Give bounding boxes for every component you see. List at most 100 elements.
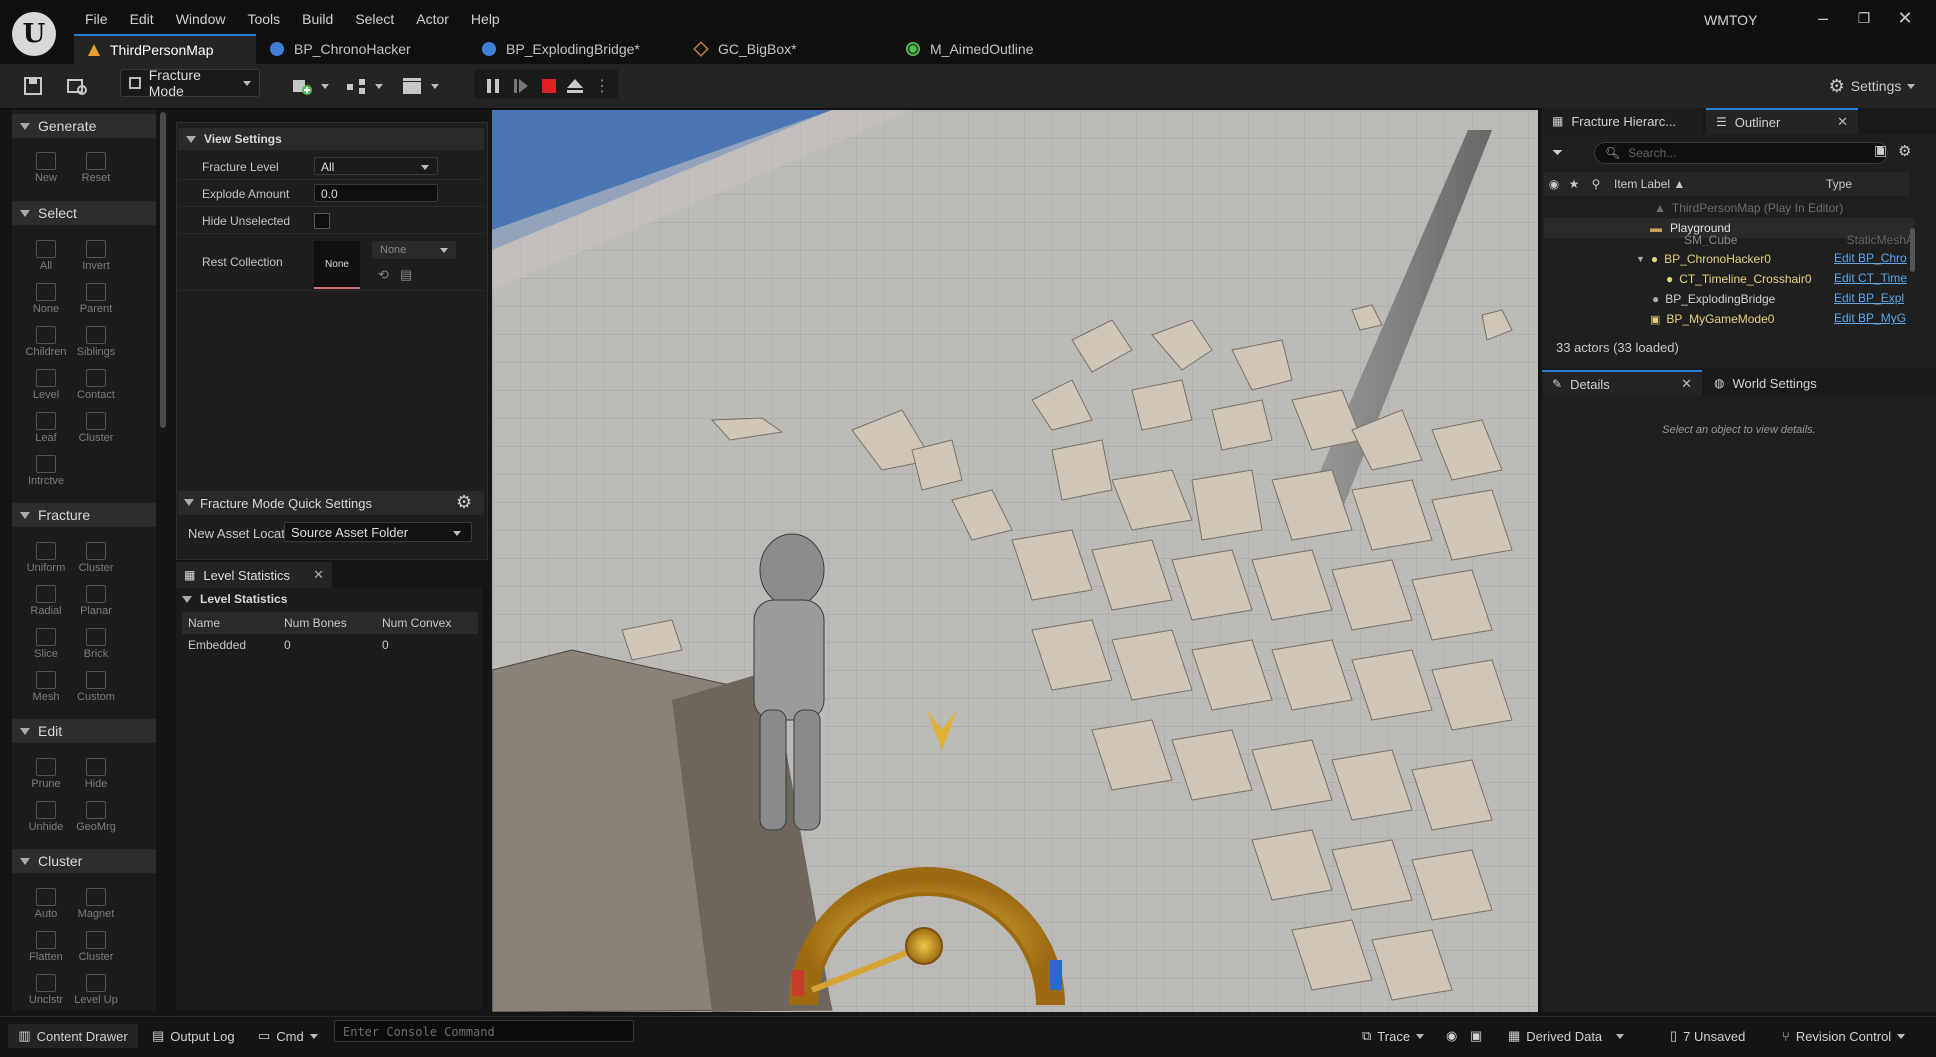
fracture-uniform-button[interactable]: Uniform [20,542,72,574]
select-children-button[interactable]: Children [20,326,72,358]
column-header-name[interactable]: Name [182,616,280,630]
fracture-mesh-button[interactable]: Mesh [20,671,72,703]
fracture-radial-button[interactable]: Radial [20,585,72,617]
menu-select[interactable]: Select [344,9,405,29]
step-frame-icon[interactable] [510,72,532,100]
minimize-icon[interactable]: – [1808,8,1838,29]
reset-button[interactable]: Reset [70,152,122,184]
close-tab-icon[interactable]: ✕ [1837,114,1848,130]
gear-icon[interactable]: ⚙ [456,492,472,513]
stop-icon[interactable] [538,72,560,100]
pin-icon[interactable]: ⚲ [1584,177,1608,191]
column-item-label[interactable]: Item Label ▲ [1608,177,1822,191]
fracture-brick-button[interactable]: Brick [70,628,122,660]
cinematics-button[interactable] [400,72,440,100]
add-actor-button[interactable] [290,72,330,100]
menu-help[interactable]: Help [460,9,511,29]
blueprint-menu-button[interactable] [344,72,384,100]
select-level-button[interactable]: Level [20,369,72,401]
tab-fracture-hierarchy[interactable]: ▦ Fracture Hierarc... [1542,108,1702,134]
tab-bp-chronohacker[interactable]: BP_ChronoHacker [256,34,468,64]
fracture-level-dropdown[interactable]: All [314,157,438,175]
select-siblings-button[interactable]: Siblings [70,326,122,358]
edit-prune-button[interactable]: Prune [20,758,72,790]
menu-build[interactable]: Build [291,9,344,29]
edit-blueprint-link[interactable]: Edit BP_Expl [1834,291,1904,305]
browse-asset-icon[interactable]: ▤ [400,267,412,283]
edit-blueprint-link[interactable]: Edit BP_Chro [1834,251,1907,265]
section-generate[interactable]: Generate [12,114,156,138]
fracture-planar-button[interactable]: Planar [70,585,122,617]
select-contact-button[interactable]: Contact [70,369,122,401]
visibility-icon[interactable]: ◉ [1544,177,1564,191]
level-stats-section[interactable]: Level Statistics [178,590,478,608]
tab-gc-bigbox[interactable]: GC_BigBox* [680,34,892,64]
select-none-button[interactable]: None [20,283,72,315]
record-icon[interactable]: ◉ [1446,1024,1457,1048]
fracture-cluster-button[interactable]: Cluster [70,542,122,574]
outliner-row-root[interactable]: ▲ ThirdPersonMap (Play In Editor) [1544,198,1914,218]
gear-icon[interactable]: ⚙ [1898,142,1911,160]
console-input[interactable]: Enter Console Command [334,1020,634,1042]
select-cluster-button[interactable]: Cluster [70,412,122,444]
edit-geomerge-button[interactable]: GeoMrg [70,801,122,833]
section-fracture[interactable]: Fracture [12,503,156,527]
cluster-cluster-button[interactable]: Cluster [70,931,122,963]
save-icon[interactable] [20,72,46,100]
section-edit[interactable]: Edit [12,719,156,743]
menu-file[interactable]: File [74,9,119,29]
select-parent-button[interactable]: Parent [70,283,122,315]
asset-thumbnail[interactable]: None [314,241,360,289]
cluster-auto-button[interactable]: Auto [20,888,72,920]
palette-scrollbar[interactable] [160,112,166,428]
select-leaf-button[interactable]: Leaf [20,412,72,444]
quick-settings-header[interactable]: Fracture Mode Quick Settings [178,491,484,515]
cluster-uncluster-button[interactable]: Unclstr [20,974,72,1006]
section-select[interactable]: Select [12,201,156,225]
add-folder-icon[interactable]: ▣ [1874,142,1887,159]
select-invert-button[interactable]: Invert [70,240,122,272]
revision-control-button[interactable]: ⑂ Revision Control [1782,1024,1906,1048]
column-type[interactable]: Type [1822,177,1852,191]
explode-amount-input[interactable]: 0.0 [314,184,438,202]
derived-data-button[interactable]: ▦ Derived Data [1508,1024,1625,1048]
expand-arrow-icon[interactable]: ▼ [1636,254,1645,264]
outliner-search-input[interactable]: 🔍︎ Search... [1594,142,1888,164]
select-interactive-button[interactable]: Intrctve [20,455,72,487]
tab-bp-explodingbridge[interactable]: BP_ExplodingBridge* [468,34,680,64]
tab-level-statistics[interactable]: ▦ Level Statistics ✕ [176,562,332,588]
cluster-level-up-button[interactable]: Level Up [70,974,122,1006]
screenshot-icon[interactable]: ▣ [1470,1024,1482,1048]
view-settings-header[interactable]: View Settings [178,128,484,150]
filter-icon[interactable]: ⏷ [1552,144,1563,161]
menu-window[interactable]: Window [165,9,237,29]
column-header-num-bones[interactable]: Num Bones [280,616,378,630]
select-all-button[interactable]: All [20,240,72,272]
browse-icon[interactable] [64,72,90,100]
restore-icon[interactable]: ❐ [1849,10,1879,27]
outliner-row-sm-cube[interactable]: SM_Cube StaticMeshA [1544,234,1914,246]
eject-icon[interactable] [564,72,586,100]
content-drawer-button[interactable]: ▥ Content Drawer [8,1024,138,1048]
unreal-logo-icon[interactable]: U [12,12,56,56]
edit-hide-button[interactable]: Hide [70,758,122,790]
menu-tools[interactable]: Tools [236,9,291,29]
more-options-icon[interactable]: ⋮ [594,72,610,100]
level-viewport[interactable] [492,110,1538,1012]
settings-button[interactable]: ⚙ Settings [1822,72,1922,100]
section-cluster[interactable]: Cluster [12,849,156,873]
unsaved-button[interactable]: ▯ 7 Unsaved [1670,1024,1745,1048]
table-row[interactable]: Embedded 0 0 [182,634,478,656]
output-log-button[interactable]: ▤ Output Log [152,1024,235,1048]
fracture-slice-button[interactable]: Slice [20,628,72,660]
tab-m-aimedoutline[interactable]: M_AimedOutline [892,34,1104,64]
pause-icon[interactable] [482,72,504,100]
favorite-icon[interactable]: ★ [1564,177,1584,191]
cluster-magnet-button[interactable]: Magnet [70,888,122,920]
rest-collection-dropdown[interactable]: None [372,241,456,259]
new-button[interactable]: New [20,152,72,184]
trace-button[interactable]: ⧉ Trace [1362,1024,1425,1048]
menu-actor[interactable]: Actor [405,9,460,29]
tab-outliner[interactable]: ☰ Outliner ✕ [1706,108,1858,134]
edit-blueprint-link[interactable]: Edit CT_Time [1834,271,1907,285]
